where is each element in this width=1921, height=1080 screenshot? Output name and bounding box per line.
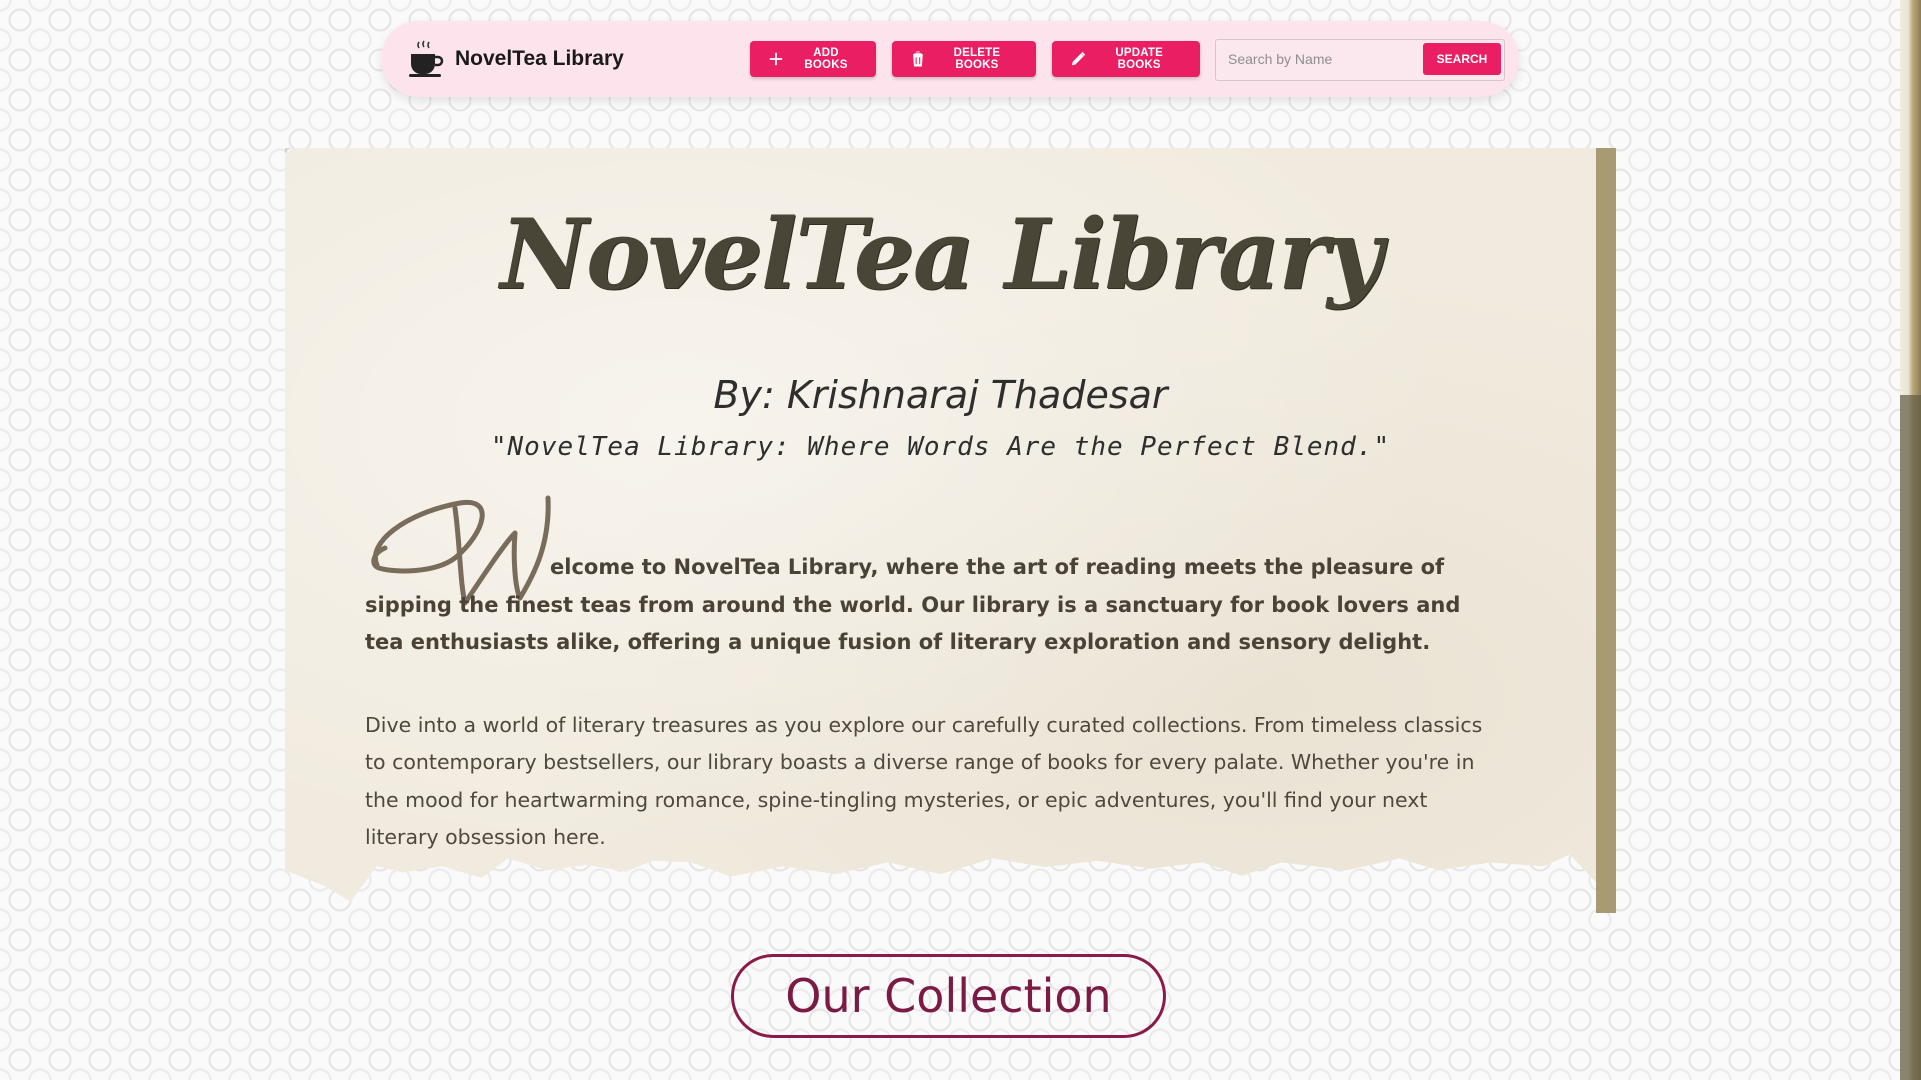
tagline: "NovelTea Library: Where Words Are the P… — [490, 432, 1391, 462]
search-input[interactable] — [1216, 40, 1440, 78]
page-title: NovelTea Library — [500, 198, 1382, 311]
search-button[interactable]: SEARCH — [1423, 43, 1501, 75]
brand[interactable]: NovelTea Library — [409, 39, 624, 79]
collections-paragraph: Dive into a world of literary treasures … — [365, 712, 1483, 850]
trash-icon — [913, 51, 923, 67]
author-line: By: Krishnaraj Thadesar — [713, 373, 1168, 417]
welcome-paper: NovelTea Library By: Krishnaraj Thadesar… — [285, 148, 1596, 902]
scrollbar-thumb[interactable] — [1900, 395, 1921, 1080]
update-books-button[interactable]: UPDATE BOOKS — [1052, 41, 1200, 77]
welcome-paragraph: elcome to NovelTea Library, where the ar… — [365, 555, 1461, 654]
add-books-button[interactable]: ADD BOOKS — [750, 41, 876, 77]
add-books-label: ADD BOOKS — [804, 47, 848, 71]
delete-books-button[interactable]: DELETE BOOKS — [892, 41, 1036, 77]
pencil-icon — [1071, 51, 1086, 66]
brand-name: NovelTea Library — [455, 47, 624, 70]
plus-icon — [769, 52, 783, 66]
navbar: NovelTea Library ADD BOOKS DELETE BOOKS … — [381, 21, 1519, 97]
our-collection-button[interactable]: Our Collection — [731, 954, 1166, 1038]
search-box: SEARCH — [1215, 39, 1505, 81]
teacup-icon — [409, 40, 444, 77]
delete-books-label: DELETE BOOKS — [953, 47, 1001, 71]
paper-spine — [1596, 148, 1616, 913]
update-books-label: UPDATE BOOKS — [1115, 47, 1163, 71]
